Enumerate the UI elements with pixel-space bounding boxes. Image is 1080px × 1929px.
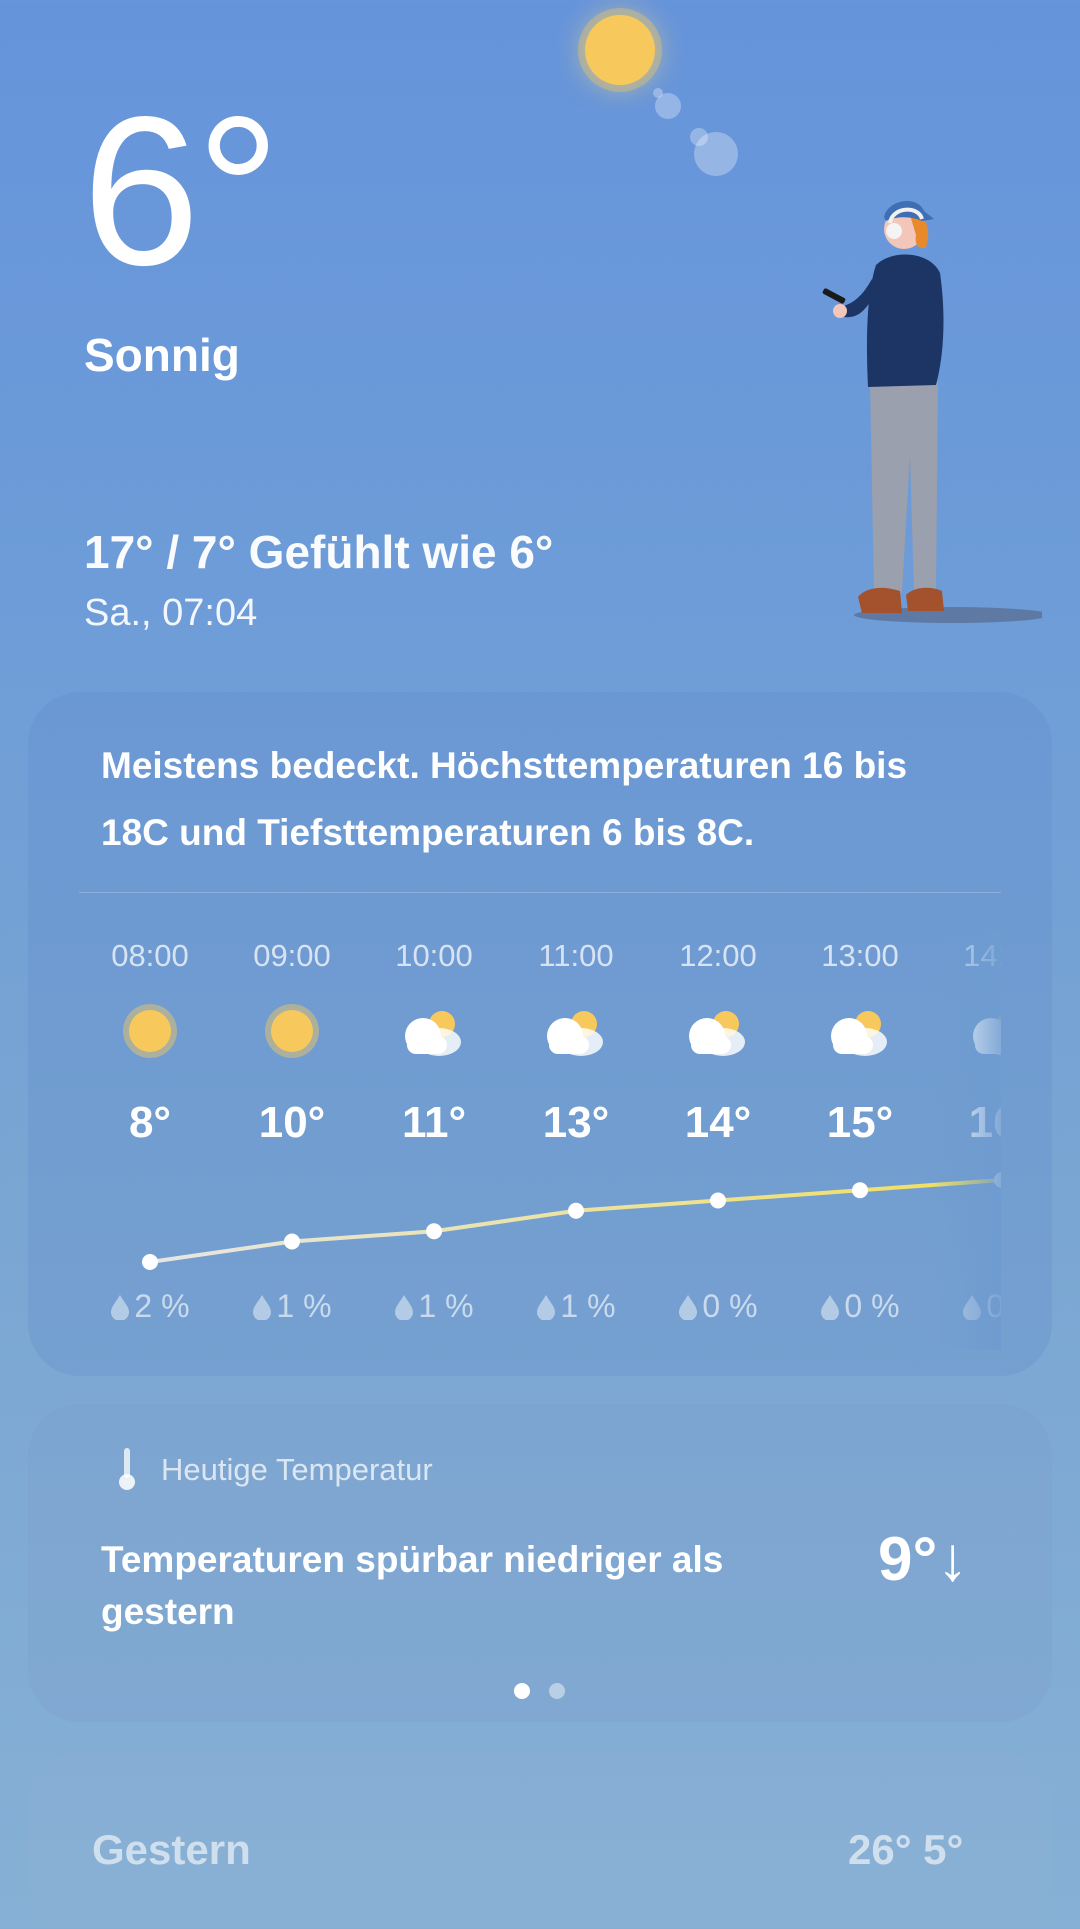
precipitation-value: 2 % xyxy=(134,1288,190,1324)
hour-precipitation: 2 % xyxy=(79,1288,221,1325)
page-indicator-active[interactable] xyxy=(514,1683,530,1699)
hour-precipitation: 0 % xyxy=(931,1288,1001,1325)
precipitation-value: 1 % xyxy=(560,1288,616,1324)
divider xyxy=(79,892,1001,893)
trend-point xyxy=(852,1182,868,1199)
partly-cloudy-icon xyxy=(683,996,753,1066)
thermometer-icon xyxy=(119,1448,135,1490)
hour-temperature: 8° xyxy=(128,1098,172,1147)
trend-point xyxy=(994,1172,1001,1188)
yesterday-value: 26° 5° xyxy=(848,1826,964,1873)
today-temperature-text: Temperaturen spürbar niedriger als geste… xyxy=(101,1539,724,1632)
partly-cloudy-icon xyxy=(967,996,1001,1066)
hour-precipitation: 0 % xyxy=(647,1288,789,1325)
hour-precipitation: 1 % xyxy=(221,1288,363,1325)
sun-decoration xyxy=(585,15,655,85)
sun-icon xyxy=(115,996,185,1066)
precipitation-value: 1 % xyxy=(418,1288,474,1324)
hour-precipitation: 1 % xyxy=(363,1288,505,1325)
hour-temperature: 11° xyxy=(401,1098,467,1147)
current-temperature: 6° xyxy=(82,72,281,309)
hour-temperature: 14° xyxy=(684,1098,752,1147)
hour-precipitation: 1 % xyxy=(505,1288,647,1325)
precipitation-value: 0 % xyxy=(986,1288,1001,1324)
feels-like-temperature: Gefühlt wie 6° xyxy=(248,526,554,578)
trend-point xyxy=(284,1233,300,1250)
today-temperature-value: 9°↓ xyxy=(878,1525,969,1594)
trend-point xyxy=(142,1254,158,1270)
hour-time: 14:00 xyxy=(963,938,1001,973)
partly-cloudy-icon xyxy=(399,996,469,1066)
hour-temperature: 10° xyxy=(258,1098,326,1147)
hour-temperature: 13° xyxy=(542,1098,610,1147)
hour-time: 13:00 xyxy=(821,938,899,973)
hour-temperature: 16° xyxy=(968,1098,1001,1147)
current-condition: Sonnig xyxy=(84,329,240,381)
hour-time: 11:00 xyxy=(538,938,614,973)
hour-time: 08:00 xyxy=(111,938,189,973)
bubble-decoration xyxy=(690,128,708,146)
precipitation-value: 1 % xyxy=(276,1288,332,1324)
person-illustration xyxy=(822,200,1042,623)
sun-icon xyxy=(257,996,327,1066)
hour-temperature: 15° xyxy=(826,1098,894,1147)
bubble-decoration xyxy=(653,88,663,98)
trend-line-path xyxy=(149,1178,1001,1264)
forecast-summary: Meistens bedeckt. Höchsttemperaturen 16 … xyxy=(101,745,908,853)
yesterday-label: Gestern xyxy=(92,1826,251,1873)
trend-point xyxy=(568,1202,584,1219)
hour-time: 10:00 xyxy=(395,938,473,973)
trend-point xyxy=(710,1192,726,1209)
today-temperature-label: Heutige Temperatur xyxy=(161,1452,433,1487)
precipitation-value: 0 % xyxy=(844,1288,900,1324)
date-time: Sa., 07:04 xyxy=(84,592,258,634)
high-low-feels-like: 17° / 7° Gefühlt wie 6° xyxy=(84,525,553,579)
hourly-forecast-list[interactable]: 08:00 8° 2 % 09:00 10° 1 % 10:00 11° 1 %… xyxy=(79,930,1001,1350)
partly-cloudy-icon xyxy=(825,996,895,1066)
hour-time: 09:00 xyxy=(253,938,331,973)
precipitation-value: 0 % xyxy=(702,1288,758,1324)
trend-point xyxy=(426,1223,442,1240)
hour-precipitation: 0 % xyxy=(789,1288,931,1325)
partly-cloudy-icon xyxy=(541,996,611,1066)
page-indicator-inactive[interactable] xyxy=(549,1683,565,1699)
high-low-temperature: 17° / 7° xyxy=(84,526,236,578)
hour-time: 12:00 xyxy=(679,938,757,973)
